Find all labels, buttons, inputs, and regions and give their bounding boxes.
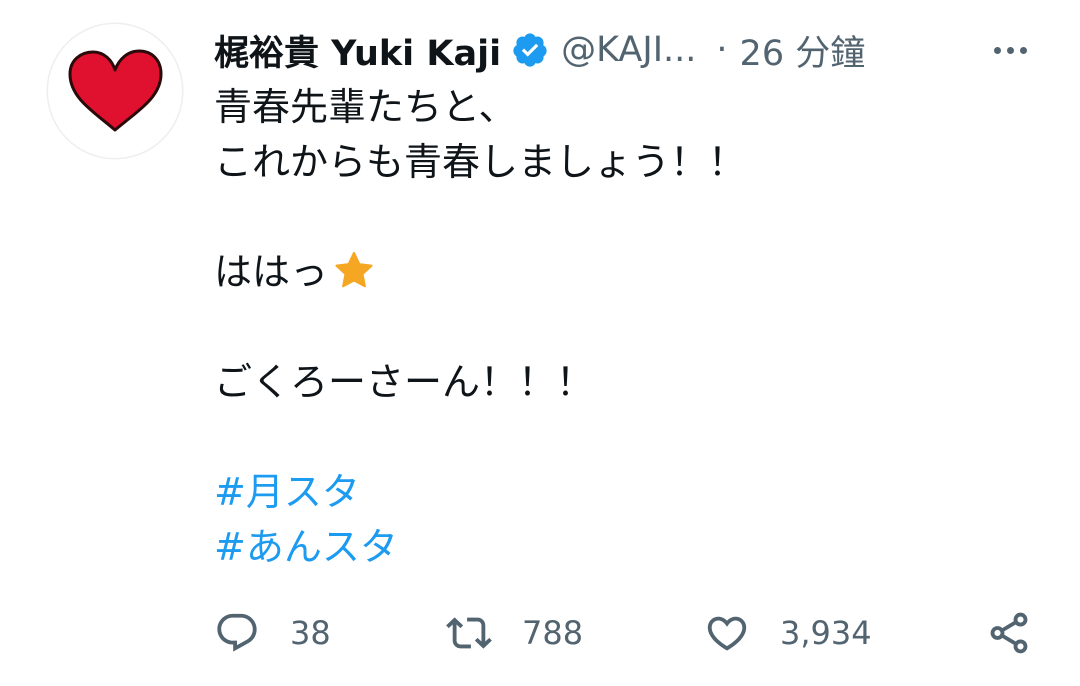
like-count: 3,934	[780, 614, 872, 652]
tweet-line-with-emoji: ははっ	[214, 245, 1034, 300]
verified-badge-icon	[513, 33, 547, 67]
reply-icon	[217, 613, 257, 652]
share-button[interactable]	[986, 608, 1032, 658]
separator-dot: ·	[716, 30, 728, 70]
hashtag-link[interactable]: #月スタ	[214, 465, 1034, 520]
red-heart-icon	[68, 49, 163, 132]
retweet-icon	[446, 617, 492, 649]
retweet-count: 788	[522, 614, 584, 652]
more-options-icon[interactable]	[988, 30, 1032, 70]
reply-count: 38	[290, 614, 331, 652]
avatar[interactable]	[48, 24, 182, 158]
retweet-button[interactable]: 788	[446, 608, 583, 658]
tweet-line: これからも青春しましょう！！	[214, 140, 747, 184]
dot	[1006, 46, 1014, 54]
reply-button[interactable]: 38	[214, 608, 331, 658]
tweet-text: 青春先輩たちと、 これからも青春しましょう！！ ははっ ごくろーさーん！！！ #…	[214, 80, 1034, 575]
tweet-card[interactable]: 梶裕貴 Yuki Kaji @KAJI... · 26 分鐘 青春先輩たちと、 …	[0, 0, 1080, 686]
timestamp[interactable]: 26 分鐘	[740, 25, 866, 76]
dot	[993, 46, 1001, 54]
tweet-line-text: ははっ	[214, 250, 329, 294]
heart-icon	[707, 616, 747, 651]
tweet-header: 梶裕貴 Yuki Kaji @KAJI... · 26 分鐘	[214, 22, 974, 78]
dot	[1019, 46, 1027, 54]
display-name[interactable]: 梶裕貴 Yuki Kaji	[214, 25, 501, 76]
tweet-line: 青春先輩たちと、	[214, 85, 517, 129]
star-emoji-icon	[335, 251, 373, 288]
hashtag-link[interactable]: #あんスタ	[214, 520, 1034, 575]
share-icon	[990, 612, 1028, 654]
tweet-line: ごくろーさーん！！！	[214, 360, 595, 404]
tweet-actions: 38 788 3,934	[214, 608, 1044, 658]
like-button[interactable]: 3,934	[704, 608, 872, 658]
handle[interactable]: @KAJI...	[561, 30, 696, 70]
